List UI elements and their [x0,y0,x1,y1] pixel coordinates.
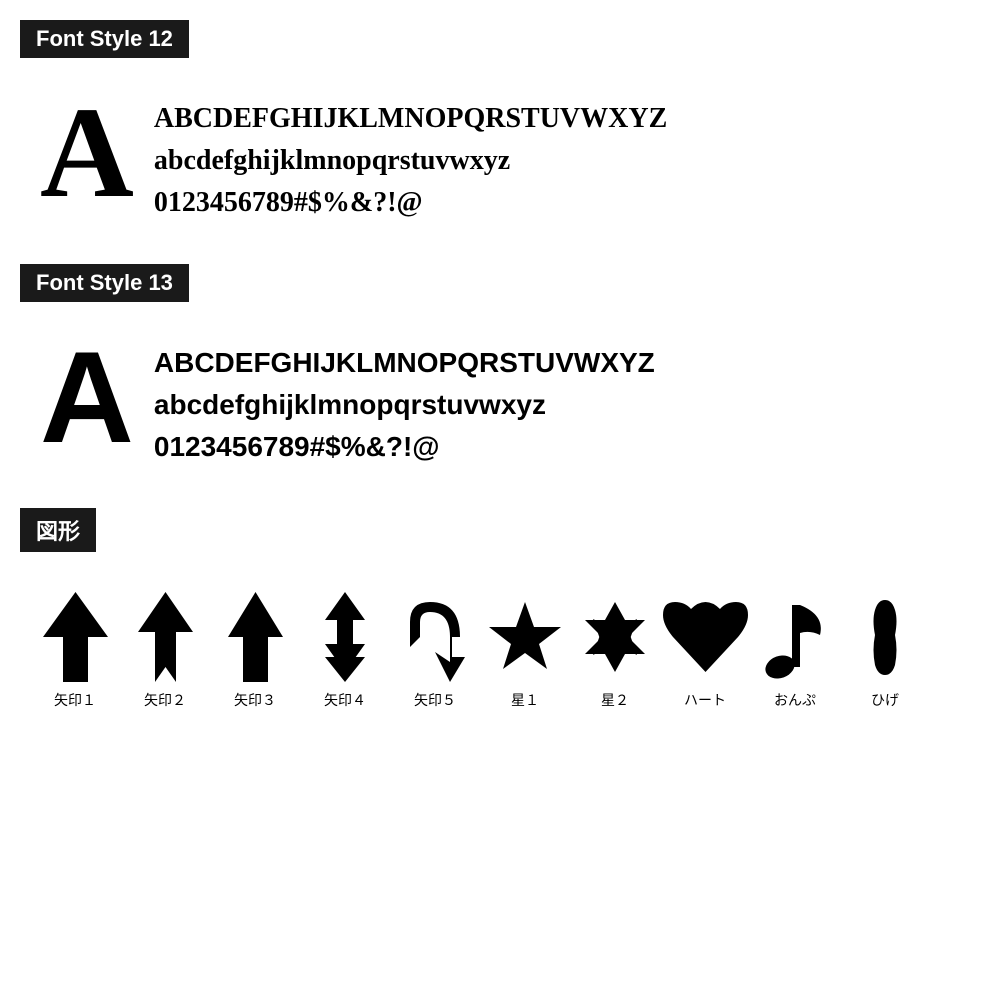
font12-chars: ABCDEFGHIJKLMNOPQRSTUVWXYZ abcdefghijklm… [154,88,667,224]
hoshi2-label: 星２ [601,690,629,710]
yajirushi4-icon [325,592,365,682]
shape-hige: ひげ [840,592,930,710]
shape-yajirushi3: 矢印３ [210,592,300,710]
font13-chars: ABCDEFGHIJKLMNOPQRSTUVWXYZ abcdefghijklm… [154,332,655,468]
shape-yajirushi4: 矢印４ [300,592,390,710]
shapes-section: 図形 矢印１ 矢印２ [20,508,980,720]
font-style-12-header: Font Style 12 [20,20,189,58]
yajirushi5-label: 矢印５ [414,690,456,710]
heart-icon [663,592,748,682]
onpu-label: おんぷ [774,690,816,710]
font13-uppercase: ABCDEFGHIJKLMNOPQRSTUVWXYZ [154,342,655,384]
font12-numbers: 0123456789#$%&?!@ [154,182,667,224]
yajirushi3-label: 矢印３ [234,690,276,710]
shape-yajirushi5: 矢印５ [390,592,480,710]
font12-uppercase: ABCDEFGHIJKLMNOPQRSTUVWXYZ [154,98,667,140]
font-style-12-section: Font Style 12 A ABCDEFGHIJKLMNOPQRSTUVWX… [20,20,980,234]
yajirushi1-icon [43,592,108,682]
hige-label: ひげ [871,690,899,710]
yajirushi3-icon [228,592,283,682]
font13-demo: A ABCDEFGHIJKLMNOPQRSTUVWXYZ abcdefghijk… [20,322,980,478]
yajirushi1-label: 矢印１ [54,690,96,710]
heart-label: ハート [684,690,726,710]
yajirushi5-icon [405,592,465,682]
shapes-header: 図形 [20,508,96,552]
font13-big-letter: A [40,332,134,462]
shape-hoshi1: 星１ [480,592,570,710]
font12-demo: A ABCDEFGHIJKLMNOPQRSTUVWXYZ abcdefghijk… [20,78,980,234]
font-style-13-header: Font Style 13 [20,264,189,302]
onpu-icon [765,592,825,682]
font13-numbers: 0123456789#$%&?!@ [154,426,655,468]
font12-big-letter: A [40,88,134,218]
hige-icon [870,592,900,682]
yajirushi2-label: 矢印２ [144,690,186,710]
shape-hoshi2: 星２ [570,592,660,710]
shape-yajirushi1: 矢印１ [30,592,120,710]
shape-heart: ハート [660,592,750,710]
font12-lowercase: abcdefghijklmnopqrstuvwxyz [154,140,667,182]
shape-yajirushi2: 矢印２ [120,592,210,710]
shapes-grid: 矢印１ 矢印２ 矢印３ [20,572,980,720]
yajirushi2-icon [138,592,193,682]
yajirushi4-label: 矢印４ [324,690,366,710]
font13-lowercase: abcdefghijklmnopqrstuvwxyz [154,384,655,426]
hoshi1-label: 星１ [511,690,539,710]
hoshi2-icon [575,592,655,682]
font-style-13-section: Font Style 13 A ABCDEFGHIJKLMNOPQRSTUVWX… [20,264,980,478]
hoshi1-icon [485,592,565,682]
shape-onpu: おんぷ [750,592,840,710]
